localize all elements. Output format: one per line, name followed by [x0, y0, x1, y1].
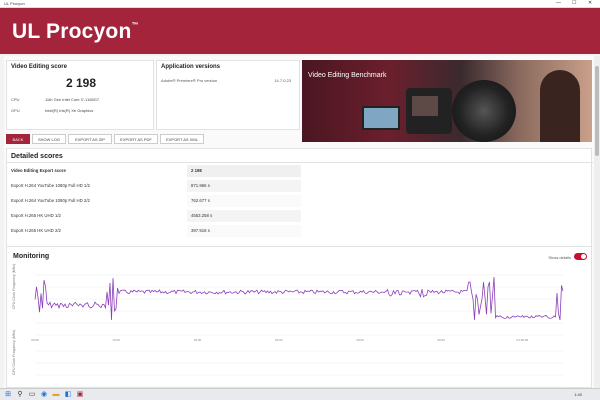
- monitoring-panel: Monitoring Show details CPU Clock Freque…: [6, 246, 592, 388]
- task-view-icon[interactable]: ▭: [28, 391, 36, 399]
- detail-row: Video Editing Export score 2 198: [11, 165, 301, 177]
- version-row: Adobe® Premiere® Pro version 14.7.0.23: [161, 78, 297, 83]
- procyon-taskbar-icon[interactable]: ▣: [76, 391, 84, 399]
- logo-trademark: ™: [131, 22, 139, 29]
- lens-image: [452, 80, 516, 142]
- laptop-image: [362, 106, 400, 130]
- app-header: UL Procyon™: [0, 8, 600, 54]
- x-tick-label: 01:00:00: [517, 338, 529, 342]
- export-xml-button[interactable]: EXPORT AS XML: [160, 134, 204, 144]
- cpu-chart-xticks: 00:00 10:00 20:00 30:00 40:00 50:00 01:00:00: [31, 338, 528, 342]
- detail-row: Export H.265 HK UHD 2/2 397.918 s: [11, 225, 301, 237]
- main-content: Video Editing score 2 198 CPU 11th Gen I…: [4, 56, 594, 388]
- detail-label: Export H.265 HK UHD 1/2: [11, 213, 61, 218]
- logo-text: UL Procyon: [12, 20, 132, 43]
- x-tick-label: 10:00: [112, 338, 120, 342]
- detail-label: Export H.265 HK UHD 2/2: [11, 228, 61, 233]
- minimize-button[interactable]: —: [556, 0, 561, 6]
- gpu-label: GPU: [11, 108, 20, 113]
- maximize-button[interactable]: ☐: [572, 0, 576, 6]
- search-icon[interactable]: ⚲: [16, 391, 24, 399]
- camera-image: [406, 88, 452, 134]
- gpu-chart-grid: [35, 350, 563, 388]
- edge-browser-icon[interactable]: ◉: [40, 391, 48, 399]
- detail-value: 871.966 s: [187, 180, 301, 192]
- export-zip-button[interactable]: EXPORT AS ZIP: [68, 134, 112, 144]
- detail-row: Export H.264 YouTube 1080p Full HD 1/2 8…: [11, 180, 301, 192]
- details-title: Detailed scores: [11, 153, 63, 160]
- cpu-chart-ylabel: CPU Clock Frequency (MHz): [12, 264, 16, 309]
- x-tick-label: 50:00: [437, 338, 445, 342]
- version-number: 14.7.0.23: [274, 78, 291, 83]
- x-tick-label: 40:00: [356, 338, 364, 342]
- detail-value: 397.918 s: [187, 225, 301, 237]
- cpu-frequency-series: [34, 276, 564, 321]
- windows-taskbar: ⊞ ⚲ ▭ ◉ ▬ ◧ ▣ 1:40: [0, 388, 600, 400]
- show-log-button[interactable]: SHOW LOG: [32, 134, 66, 144]
- detail-value: 4553.258 s: [187, 210, 301, 222]
- detail-value: 2 198: [187, 165, 301, 177]
- banner-title: Video Editing Benchmark: [308, 72, 387, 79]
- detail-label: Video Editing Export score: [11, 168, 66, 173]
- file-explorer-icon[interactable]: ▬: [52, 391, 60, 399]
- scrollbar-thumb[interactable]: [595, 66, 599, 156]
- detail-row: Export H.265 HK UHD 1/2 4553.258 s: [11, 210, 301, 222]
- gpu-chart-ylabel: GPU Clock Frequency (MHz): [12, 330, 16, 375]
- detail-row: Export H.264 YouTube 1080p Full HD 2/2 7…: [11, 195, 301, 207]
- cpu-value: 11th Gen Intel Core i7-1165G7: [45, 97, 100, 102]
- detail-label: Export H.264 YouTube 1080p Full HD 1/2: [11, 183, 90, 188]
- benchmark-banner: Video Editing Benchmark: [302, 60, 592, 142]
- x-tick-label: 20:00: [194, 338, 202, 342]
- export-pdf-button[interactable]: EXPORT AS PDF: [114, 134, 158, 144]
- windows-start-icon[interactable]: ⊞: [4, 391, 12, 399]
- cpu-label: CPU: [11, 97, 20, 102]
- back-button[interactable]: BACK: [6, 134, 30, 144]
- monitoring-chart: CPU Clock Frequency (MHz) 00:00 10:00 20:0…: [12, 264, 564, 388]
- store-icon[interactable]: ◧: [64, 391, 72, 399]
- score-value: 2 198: [65, 76, 97, 90]
- window-titlebar: UL Procyon — ☐ ✕: [0, 0, 600, 8]
- window-title: UL Procyon: [4, 1, 25, 6]
- detail-label: Export H.264 YouTube 1080p Full HD 2/2: [11, 198, 90, 203]
- close-button[interactable]: ✕: [588, 0, 592, 6]
- detail-value: 762.677 s: [187, 195, 301, 207]
- score-panel: Video Editing score 2 198 CPU 11th Gen I…: [6, 60, 154, 130]
- version-app: Adobe® Premiere® Pro version: [161, 78, 218, 83]
- person-image: [540, 70, 580, 142]
- x-tick-label: 00:00: [31, 338, 39, 342]
- gpu-row: GPU Intel(R) Iris(R) Xe Graphics: [11, 108, 151, 113]
- camera-screen: [412, 96, 438, 116]
- vertical-scrollbar[interactable]: [594, 56, 600, 388]
- details-divider: [7, 162, 593, 163]
- gpu-value: Intel(R) Iris(R) Xe Graphics: [45, 108, 94, 113]
- versions-panel: Application versions Adobe® Premiere® Pr…: [156, 60, 300, 130]
- clock: 1:40: [574, 392, 582, 397]
- cpu-row: CPU 11th Gen Intel Core i7-1165G7: [11, 97, 151, 102]
- versions-title: Application versions: [161, 64, 221, 70]
- app-logo: UL Procyon™: [12, 20, 139, 44]
- x-tick-label: 30:00: [275, 338, 283, 342]
- score-title: Video Editing score: [11, 64, 67, 70]
